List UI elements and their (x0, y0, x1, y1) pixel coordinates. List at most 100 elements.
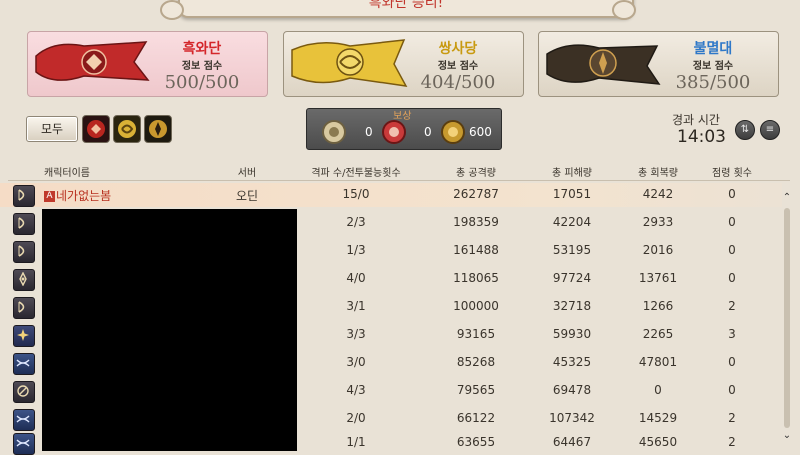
healed-cell: 2265 (642, 327, 674, 341)
kd-cell: 3/3 (346, 327, 366, 341)
damage-cell: 66122 (456, 411, 496, 425)
gc-name: 쌍사당 (438, 41, 478, 57)
gc-score: 404/500 (420, 72, 496, 93)
bard-icon (13, 185, 35, 207)
taken-cell: 17051 (552, 187, 592, 201)
captures-cell: 0 (728, 355, 736, 369)
captures-cell: 0 (728, 271, 736, 285)
kd-cell: 2/0 (346, 411, 366, 425)
elapsed-time-value: 14:03 (677, 127, 726, 147)
result-title: 흑와단 승리! (368, 0, 444, 11)
dragoon-icon (13, 409, 35, 431)
taken-cell: 59930 (552, 327, 592, 341)
immortal-flames-flag-icon (546, 44, 661, 85)
alliance-leader-badge: A (44, 191, 55, 202)
column-header-taken[interactable]: 총 피해량 (542, 164, 602, 179)
bard-icon (13, 297, 35, 319)
bard-icon (13, 241, 35, 263)
table-header: 캐릭터이름 서버 격파 수/전투불능횟수 총 공격량 총 피해량 총 회복량 점… (0, 162, 800, 180)
filter-all-button[interactable]: 모두 (26, 116, 78, 142)
elapsed-time-label: 경과 시간 (672, 113, 720, 127)
frame-ornament-left (160, 0, 184, 20)
damage-cell: 262787 (453, 187, 499, 201)
damage-cell: 85268 (456, 355, 496, 369)
taken-cell: 69478 (552, 383, 592, 397)
taken-cell: 64467 (552, 435, 592, 449)
table-scrollbar[interactable]: ⌃ ⌄ (781, 192, 793, 444)
damage-cell: 198359 (453, 215, 499, 229)
gc-card-maelstrom: 흑와단 정보 점수 500/500 (27, 31, 268, 97)
column-header-name[interactable]: 캐릭터이름 (44, 164, 90, 179)
seal-silver-icon (322, 120, 346, 144)
kd-cell: 4/0 (346, 271, 366, 285)
taken-cell: 32718 (552, 299, 592, 313)
astrologian-icon (13, 325, 35, 347)
seal-red-icon (382, 120, 406, 144)
healed-cell: 14529 (638, 411, 678, 425)
gc-name: 흑와단 (182, 41, 222, 57)
reward-count: 600 (469, 125, 492, 139)
kd-cell: 3/1 (346, 299, 366, 313)
frame-ornament-right (612, 0, 636, 20)
bard-icon (13, 213, 35, 235)
healed-cell: 47801 (638, 355, 678, 369)
captures-cell: 0 (728, 187, 736, 201)
gc-score-label: 정보 점수 (181, 61, 223, 72)
maelstrom-flag-icon (35, 41, 150, 81)
monk-icon (13, 381, 35, 403)
captures-cell: 3 (728, 327, 736, 341)
captures-cell: 0 (728, 215, 736, 229)
captures-cell: 2 (728, 411, 736, 425)
healed-cell: 2933 (642, 215, 674, 229)
reward-count: 0 (365, 125, 373, 139)
reward-panel: 보상 0 0 600 (306, 108, 502, 150)
seal-gold-icon (441, 120, 465, 144)
table-row[interactable]: A 네가없는봄 오딘 15/0 262787 17051 4242 0 (0, 183, 782, 207)
taken-cell: 42204 (552, 215, 592, 229)
taken-cell: 53195 (552, 243, 592, 257)
maelstrom-filter-icon[interactable] (82, 115, 110, 143)
kd-cell: 1/1 (346, 435, 366, 449)
damage-cell: 63655 (456, 435, 496, 449)
damage-cell: 100000 (453, 299, 499, 313)
gc-card-twin-adder: 쌍사당 정보 점수 404/500 (283, 31, 524, 97)
scroll-down-icon[interactable]: ⌄ (781, 430, 793, 442)
gc-score-label: 정보 점수 (692, 61, 734, 72)
server-cell: 오딘 (235, 189, 259, 203)
taken-cell: 45325 (552, 355, 592, 369)
column-header-damage[interactable]: 총 공격량 (446, 164, 506, 179)
gc-score-label: 정보 점수 (437, 61, 479, 72)
column-header-kd[interactable]: 격파 수/전투불능횟수 (306, 164, 406, 179)
header-divider (8, 180, 790, 181)
immortal-flames-filter-icon[interactable] (144, 115, 172, 143)
redacted-names-block (42, 209, 297, 451)
scroll-track[interactable] (784, 208, 790, 428)
sort-toggle-icon[interactable]: ⇅ (735, 120, 755, 140)
captures-cell: 2 (728, 299, 736, 313)
character-name-text: 네가없는봄 (56, 189, 112, 203)
column-header-server[interactable]: 서버 (232, 164, 262, 179)
character-name[interactable]: A 네가없는봄 (44, 187, 111, 204)
healed-cell: 2016 (642, 243, 674, 257)
dragoon-icon (13, 433, 35, 455)
kd-cell: 4/3 (346, 383, 366, 397)
captures-cell: 0 (728, 243, 736, 257)
kd-cell: 3/0 (346, 355, 366, 369)
scroll-up-icon[interactable]: ⌃ (781, 192, 793, 204)
kd-cell: 15/0 (342, 187, 370, 201)
twin-adder-filter-icon[interactable] (113, 115, 141, 143)
kd-cell: 1/3 (346, 243, 366, 257)
damage-cell: 161488 (453, 243, 499, 257)
healed-cell: 45650 (638, 435, 678, 449)
dragoon-icon (13, 353, 35, 375)
menu-icon[interactable]: ≡ (760, 120, 780, 140)
reward-count: 0 (424, 125, 432, 139)
captures-cell: 0 (728, 383, 736, 397)
damage-cell: 118065 (453, 271, 499, 285)
taken-cell: 107342 (549, 411, 595, 425)
taken-cell: 97724 (552, 271, 592, 285)
column-header-healed[interactable]: 총 회복량 (628, 164, 688, 179)
healed-cell: 1266 (642, 299, 674, 313)
column-header-captures[interactable]: 점령 횟수 (704, 164, 760, 179)
black-mage-icon (13, 269, 35, 291)
